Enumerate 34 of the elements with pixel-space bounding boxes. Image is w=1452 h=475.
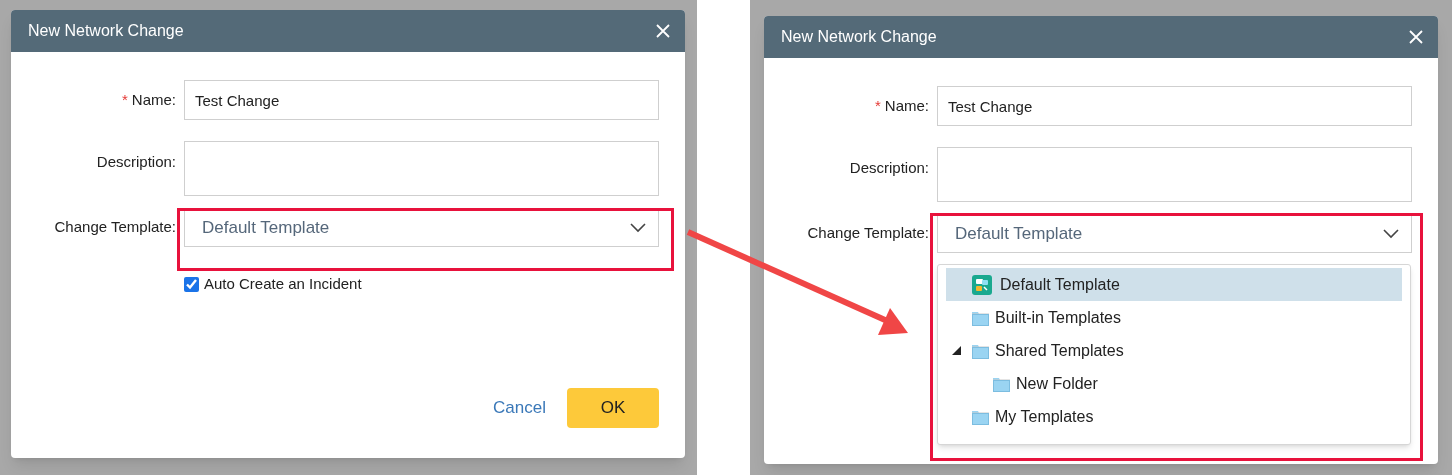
field-label: Name: bbox=[131, 89, 176, 110]
tree-item[interactable]: Built-in Templates bbox=[946, 301, 1402, 334]
template-icon bbox=[972, 274, 992, 295]
field-label: Change Template: bbox=[807, 223, 929, 244]
tree-item[interactable]: Shared Templates bbox=[946, 334, 1402, 367]
select-value: Default Template bbox=[955, 222, 1083, 245]
close-button[interactable] bbox=[655, 23, 671, 39]
checkbox-label: Auto Create an Incident bbox=[204, 274, 362, 294]
tree-item[interactable]: New Folder bbox=[946, 367, 1402, 400]
folder-icon bbox=[972, 309, 989, 326]
input-field[interactable]: Test Change bbox=[184, 80, 659, 120]
field-label: Description: bbox=[96, 152, 176, 172]
tree-item[interactable]: Default Template bbox=[946, 268, 1402, 301]
field-label: Name: bbox=[884, 95, 929, 116]
folder-icon bbox=[972, 342, 989, 359]
folder-icon bbox=[972, 408, 989, 425]
dropdown-select[interactable]: Default Template bbox=[184, 208, 659, 247]
chevron-down-icon bbox=[630, 222, 646, 233]
dialog-title: New Network Change bbox=[781, 27, 937, 47]
checkbox[interactable] bbox=[184, 276, 199, 292]
dialog-title: New Network Change bbox=[28, 21, 184, 41]
ok-button[interactable]: OK bbox=[567, 388, 659, 428]
required-mark: * bbox=[874, 95, 881, 116]
select-value: Default Template bbox=[202, 216, 330, 239]
folder-icon bbox=[993, 375, 1010, 392]
tree-item[interactable]: My Templates bbox=[946, 400, 1402, 433]
field-label: Change Template: bbox=[54, 217, 176, 238]
required-mark: * bbox=[121, 89, 128, 110]
field-label: Description: bbox=[849, 158, 929, 178]
dropdown-select[interactable]: Default Template bbox=[937, 214, 1412, 253]
close-button[interactable] bbox=[1408, 29, 1424, 45]
cancel-link[interactable]: Cancel bbox=[492, 395, 547, 421]
chevron-down-icon bbox=[1383, 228, 1399, 239]
input-field[interactable]: Test Change bbox=[937, 86, 1412, 126]
